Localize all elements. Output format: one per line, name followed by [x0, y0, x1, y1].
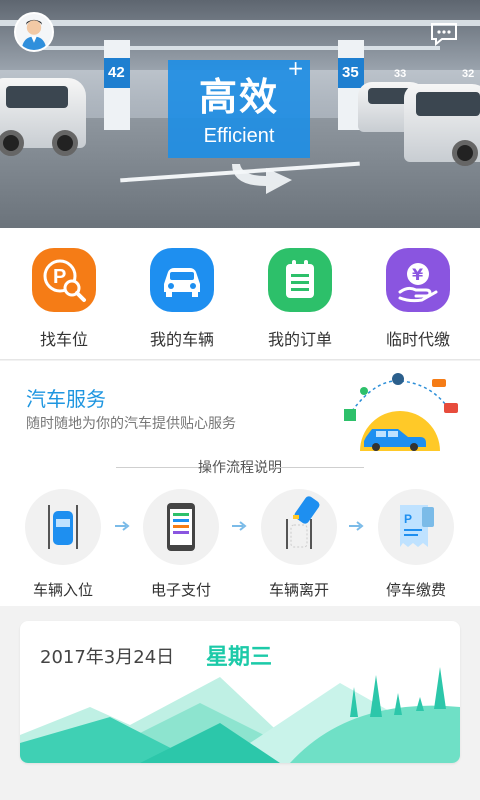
find-parking-icon: P — [32, 248, 96, 312]
ceiling-light — [40, 46, 440, 50]
svg-text:¥: ¥ — [412, 265, 423, 284]
car-service-illustration — [344, 373, 458, 451]
car-icon — [150, 248, 214, 312]
hero-banner[interactable]: 42 35 33 32 + 高效 Efficient — [0, 0, 480, 228]
phone-pay-icon — [143, 489, 219, 565]
badge-subtitle: Efficient — [203, 125, 275, 147]
yuan-pay-icon: ¥ — [386, 248, 450, 312]
flow-step-pay: 电子支付 — [131, 489, 231, 600]
arrow-right-icon — [232, 521, 247, 531]
menu-label: 我的订单 — [267, 330, 332, 349]
parking-bill-icon: P — [378, 489, 454, 565]
date-card: 2017年3月24日 星期三 — [20, 621, 460, 763]
flow-step-bill: P 停车缴费 — [366, 489, 466, 600]
pillar-number: 32 — [462, 68, 475, 80]
pillar-number: 33 — [394, 68, 407, 80]
plus-mark: + — [287, 56, 304, 80]
service-title[interactable]: 汽车服务 — [26, 383, 106, 412]
ceiling-light — [0, 20, 480, 26]
divider-line — [272, 467, 364, 468]
arrow-right-icon — [349, 521, 364, 531]
curve-arrow-icon — [232, 164, 292, 194]
parked-car — [404, 84, 480, 166]
pillar — [104, 40, 130, 130]
car-parking-icon — [25, 489, 101, 565]
menu-find-parking[interactable]: P 找车位 — [4, 248, 124, 350]
step-label: 车辆入位 — [32, 581, 93, 599]
pillar-number: 42 — [108, 64, 125, 81]
user-avatar-icon — [21, 19, 47, 50]
pillar-number: 35 — [342, 64, 359, 81]
menu-label: 我的车辆 — [149, 330, 214, 349]
mountain-illustration — [20, 667, 460, 763]
step-label: 电子支付 — [150, 581, 211, 599]
message-icon[interactable] — [430, 22, 458, 46]
flow-step-leave: 车辆离开 — [249, 489, 349, 600]
menu-my-vehicle[interactable]: 我的车辆 — [122, 248, 242, 350]
flow-step-park: 车辆入位 — [13, 489, 113, 600]
step-label: 停车缴费 — [385, 581, 446, 599]
menu-my-orders[interactable]: 我的订单 — [240, 248, 360, 350]
user-avatar[interactable] — [14, 12, 54, 52]
quick-menu: P 找车位 我的车辆 我的订单 ¥ 临时代缴 — [0, 228, 480, 360]
car-leave-icon — [261, 489, 337, 565]
arrow-right-icon — [115, 521, 130, 531]
car-service-section: 汽车服务 随时随地为你的汽车提供贴心服务 操作流程说明 车辆入位 电子支付 车辆… — [0, 361, 480, 606]
efficient-badge: + 高效 Efficient — [168, 56, 310, 158]
flow-title: 操作流程说明 — [198, 460, 282, 476]
service-subtitle: 随时随地为你的汽车提供贴心服务 — [26, 416, 236, 432]
parked-car — [0, 78, 86, 156]
menu-temp-payment[interactable]: ¥ 临时代缴 — [358, 248, 478, 350]
menu-label: 临时代缴 — [385, 330, 450, 349]
order-list-icon — [268, 248, 332, 312]
svg-text:P: P — [404, 512, 412, 526]
menu-label: 找车位 — [39, 330, 88, 349]
step-label: 车辆离开 — [268, 581, 329, 599]
